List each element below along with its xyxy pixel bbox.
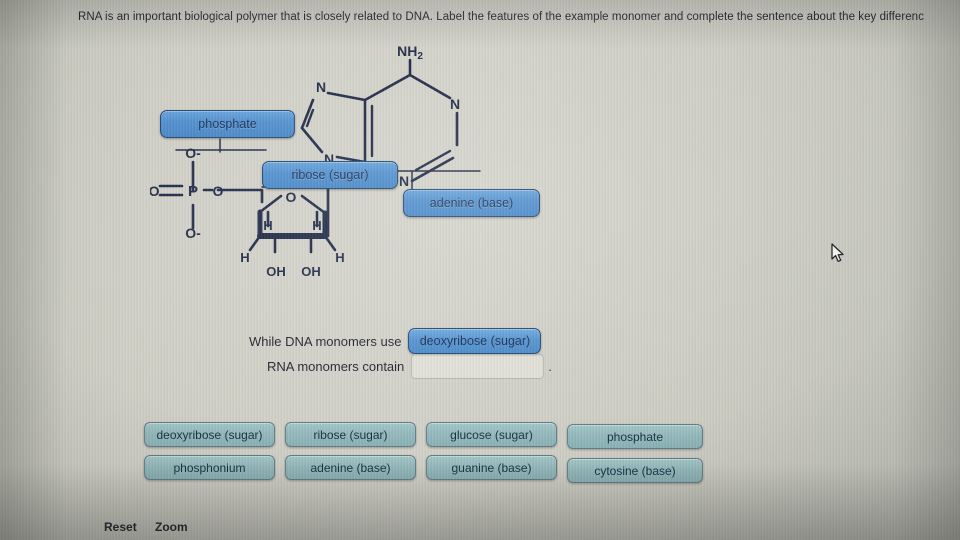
sentence-blank-2-empty[interactable]: [411, 354, 545, 379]
sentence-blank-1-filled[interactable]: deoxyribose (sugar): [408, 328, 542, 354]
arrow-pointer-cursor: [831, 243, 844, 263]
assessment-screen-photo: RNA is an important biological polymer t…: [0, 0, 960, 540]
atom-label-n1: N: [450, 96, 460, 112]
atom-label-phosphate-o-top: O-: [185, 145, 201, 161]
atom-label-h-lower-right: H: [335, 250, 344, 265]
reset-button[interactable]: Reset: [104, 520, 137, 534]
atom-label-phosphate-o-ester: O: [213, 183, 224, 199]
atom-label-h-upper-left: H: [263, 218, 272, 233]
atom-label-n3: N: [399, 173, 409, 189]
atom-label-oh-right: OH: [301, 264, 321, 279]
question-prompt: RNA is an important biological polymer t…: [78, 11, 924, 23]
answer-bank-item-glucose-sugar[interactable]: glucose (sugar): [426, 422, 557, 447]
answer-bank-item-phosphonium[interactable]: phosphonium: [144, 455, 275, 480]
atom-label-phosphate-o-bottom: O-: [185, 225, 201, 241]
sentence-terminator: .: [548, 359, 552, 374]
atom-label-phosphate-o-double: O: [150, 183, 160, 199]
placed-label-ribose[interactable]: ribose (sugar): [262, 161, 398, 189]
answer-bank-item-adenine-base[interactable]: adenine (base): [285, 455, 416, 480]
placed-label-adenine[interactable]: adenine (base): [403, 189, 540, 217]
answer-bank-item-guanine-base[interactable]: guanine (base): [426, 455, 557, 480]
sentence-line-2: RNA monomers contain .: [267, 354, 552, 379]
atom-label-oh-left: OH: [266, 264, 286, 279]
placed-label-phosphate[interactable]: phosphate: [160, 110, 295, 138]
answer-bank-item-cytosine-base[interactable]: cytosine (base): [567, 458, 703, 483]
zoom-button[interactable]: Zoom: [155, 520, 188, 534]
sentence-line-2-text: RNA monomers contain: [267, 359, 405, 374]
answer-bank-item-deoxyribose-sugar[interactable]: deoxyribose (sugar): [144, 422, 275, 447]
atom-label-h-upper-right: H: [312, 218, 321, 233]
sentence-line-1-text: While DNA monomers use: [249, 333, 402, 349]
answer-bank-item-phosphate[interactable]: phosphate: [567, 424, 703, 449]
atom-label-h-lower-left: H: [240, 250, 249, 265]
sentence-line-1: While DNA monomers use deoxyribose (suga…: [249, 328, 542, 354]
atom-label-phosphorus: P: [188, 183, 198, 200]
atom-label-n7: N: [316, 79, 326, 95]
answer-bank-item-ribose-sugar[interactable]: ribose (sugar): [285, 422, 416, 447]
bottom-toolbar: Reset Zoom: [0, 518, 960, 540]
atom-label-ring-oxygen: O: [286, 189, 297, 205]
